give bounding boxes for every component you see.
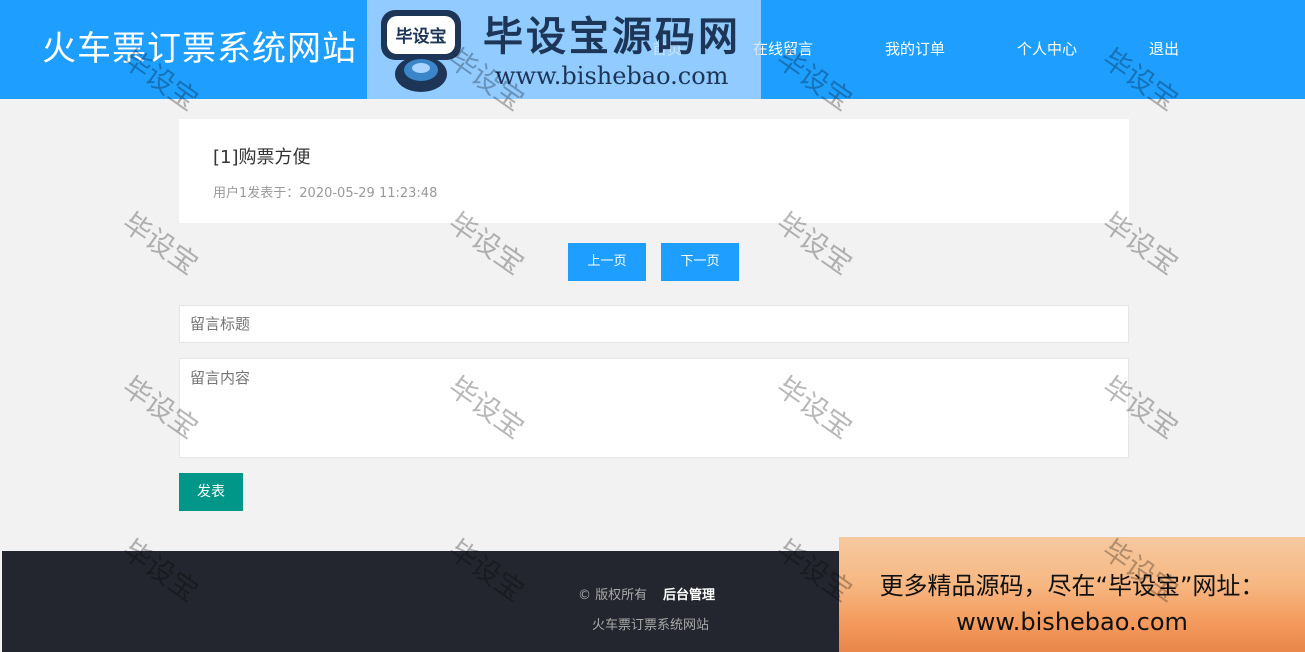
copyright-text: © 版权所有: [578, 588, 648, 603]
message-meta: 用户1发表于：2020-05-29 11:23:48: [213, 186, 438, 201]
message-title: [1]购票方便: [213, 147, 311, 168]
message-card: [1]购票方便 用户1发表于：2020-05-29 11:23:48: [179, 119, 1129, 223]
footer-site-name: 火车票订票系统网站: [592, 618, 710, 633]
badge-text: 毕设宝: [396, 26, 447, 47]
nav-item-profile[interactable]: 个人中心: [1017, 38, 1077, 60]
promo-line-1: 更多精品源码，尽在“毕设宝”网址：: [879, 572, 1265, 600]
promo-banner: 更多精品源码，尽在“毕设宝”网址： www.bishebao.com: [839, 537, 1305, 652]
prev-page-button[interactable]: 上一页: [568, 243, 646, 281]
message-content-input[interactable]: [179, 358, 1129, 458]
nav-item-online-message[interactable]: 在线留言: [753, 38, 813, 60]
message-title-input[interactable]: [179, 305, 1129, 343]
next-page-button[interactable]: 下一页: [661, 243, 739, 281]
promo-line-2: www.bishebao.com: [956, 608, 1188, 636]
mascot-logo-icon: 毕设宝: [381, 10, 461, 92]
brand-watermark-name: 毕设宝源码网: [483, 14, 741, 60]
brand-watermark-logo: 毕设宝 毕设宝源码网 www.bishebao.com: [367, 0, 761, 99]
brand-watermark-url: www.bishebao.com: [495, 62, 729, 90]
nav-item-logout[interactable]: 退出: [1149, 38, 1179, 60]
publish-button[interactable]: 发表: [179, 473, 243, 511]
nav-item-my-orders[interactable]: 我的订单: [885, 38, 945, 60]
admin-link[interactable]: 后台管理: [663, 587, 715, 605]
